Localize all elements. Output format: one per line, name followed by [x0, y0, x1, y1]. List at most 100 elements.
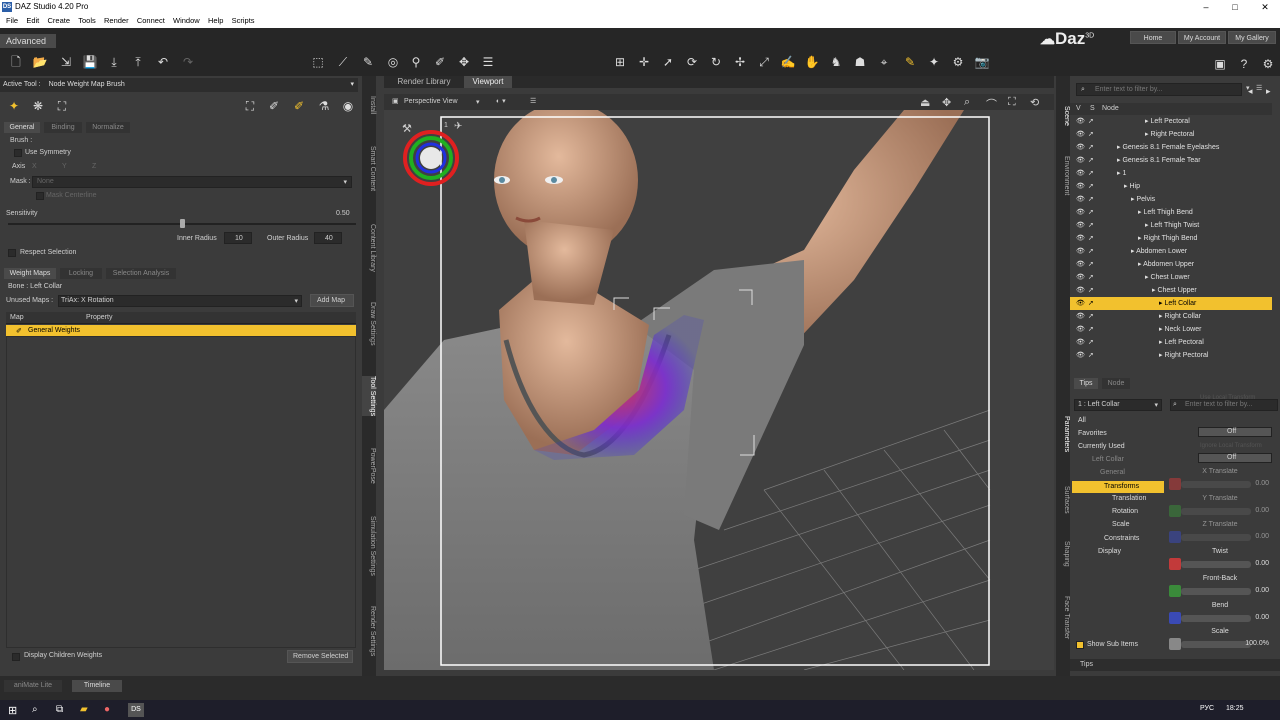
- slider-track[interactable]: [1181, 614, 1251, 622]
- pan-icon[interactable]: ✥: [942, 96, 951, 109]
- surface-icon[interactable]: ✦: [926, 54, 942, 70]
- undo-icon[interactable]: ↶: [155, 54, 171, 70]
- tool-brush-icon[interactable]: ✐: [432, 54, 448, 70]
- import-icon[interactable]: ⤓: [106, 54, 122, 70]
- daz-task-icon[interactable]: DS: [128, 703, 144, 717]
- search-icon[interactable]: ⌕: [32, 704, 38, 715]
- open-folder-icon[interactable]: 📂: [32, 54, 48, 70]
- chevron-down-icon[interactable]: ▾: [476, 98, 480, 106]
- tab-normalize[interactable]: Normalize: [86, 122, 130, 133]
- close-button[interactable]: ✕: [1250, 0, 1280, 14]
- brush-active-icon[interactable]: ✐: [291, 98, 307, 114]
- menu-scripts[interactable]: Scripts: [232, 14, 255, 28]
- help-icon[interactable]: ?: [1236, 56, 1252, 72]
- remove-selected-button[interactable]: Remove Selected: [287, 650, 353, 663]
- select-icon[interactable]: ➚: [1088, 245, 1094, 258]
- my-account-link[interactable]: My Account: [1178, 31, 1226, 44]
- scene-tool-icon[interactable]: ⚒: [402, 122, 412, 135]
- respect-selection-checkbox[interactable]: [8, 249, 16, 257]
- param-tree-favorites[interactable]: Favorites: [1078, 430, 1107, 437]
- reset-view-icon[interactable]: ⟲: [1030, 96, 1039, 109]
- axis-y-radio[interactable]: Y: [62, 163, 67, 170]
- select-icon[interactable]: ➚: [1088, 336, 1094, 349]
- weight-brush-icon[interactable]: ✎: [902, 54, 918, 70]
- tab-face-transfer[interactable]: Face Transfer: [1056, 596, 1070, 639]
- slider-track[interactable]: [1181, 507, 1251, 515]
- scene-search-input[interactable]: ⌕ Enter text to filter by...: [1076, 83, 1242, 96]
- param-value[interactable]: 0.00: [1255, 480, 1269, 487]
- layout-tab-advanced[interactable]: Advanced: [0, 34, 56, 48]
- inner-radius-field[interactable]: 10: [224, 232, 252, 244]
- select-icon[interactable]: ➚: [1088, 115, 1094, 128]
- select-icon[interactable]: ➚: [1088, 297, 1094, 310]
- render-settings-icon[interactable]: ⚙: [950, 54, 966, 70]
- new-file-icon[interactable]: 🗋: [8, 54, 24, 70]
- aim-icon[interactable]: ⏏: [920, 96, 930, 109]
- select-icon[interactable]: ➚: [1088, 271, 1094, 284]
- eye-icon[interactable]: 👁: [1076, 297, 1085, 310]
- param-slider[interactable]: Scale 100.0%: [1167, 628, 1273, 654]
- minimize-button[interactable]: –: [1191, 0, 1221, 14]
- tree-row[interactable]: 👁 ➚ ▸ Left Thigh Bend: [1070, 206, 1272, 219]
- select-icon[interactable]: ➚: [1088, 219, 1094, 232]
- eye-icon[interactable]: 👁: [1076, 141, 1085, 154]
- viewport-options-icon[interactable]: ☰: [530, 97, 536, 105]
- param-value[interactable]: 100.0%: [1245, 640, 1269, 647]
- select-icon[interactable]: ➚: [1088, 323, 1094, 336]
- translate-tool-icon[interactable]: ✢: [732, 54, 748, 70]
- tree-row[interactable]: 👁 ➚ ▸ Right Collar: [1070, 310, 1272, 323]
- tree-row[interactable]: 👁 ➚ ▸ Left Thigh Twist: [1070, 219, 1272, 232]
- mask-centerline-checkbox[interactable]: [36, 192, 44, 200]
- param-slider[interactable]: X Translate 0.00: [1167, 468, 1273, 494]
- menu-edit[interactable]: Edit: [26, 14, 39, 28]
- tool-pin-icon[interactable]: ⚲: [408, 54, 424, 70]
- tool-grid-icon[interactable]: ⊞: [612, 54, 628, 70]
- tree-row[interactable]: 👁 ➚ ▸ Left Collar: [1070, 297, 1272, 310]
- eye-icon[interactable]: 👁: [1076, 206, 1085, 219]
- tree-row[interactable]: 👁 ➚ ▸ Right Pectoral: [1070, 128, 1272, 141]
- show-sub-items-checkbox[interactable]: [1076, 641, 1084, 649]
- redo-icon[interactable]: ↷: [180, 54, 196, 70]
- tool-lens-icon[interactable]: ◎: [385, 54, 401, 70]
- tab-surfaces[interactable]: Surfaces: [1056, 486, 1070, 514]
- menu-help[interactable]: Help: [208, 14, 223, 28]
- frame-icon[interactable]: ⛶: [1008, 96, 1016, 109]
- menu-render[interactable]: Render: [104, 14, 129, 28]
- menu-file[interactable]: File: [6, 14, 18, 28]
- node-select[interactable]: 1 : Left Collar ▾: [1074, 399, 1162, 411]
- orbit-tool-icon[interactable]: ↻: [708, 54, 724, 70]
- tree-row[interactable]: 👁 ➚ ▸ Left Pectoral: [1070, 115, 1272, 128]
- slider-track[interactable]: [1181, 641, 1251, 649]
- eye-icon[interactable]: 👁: [1076, 115, 1085, 128]
- eye-icon[interactable]: 👁: [1076, 323, 1085, 336]
- slider-track[interactable]: [1181, 481, 1251, 488]
- settings-icon[interactable]: ⚙: [1260, 56, 1276, 72]
- eye-icon[interactable]: 👁: [1076, 271, 1085, 284]
- tree-row[interactable]: 👁 ➚ ▸ Neck Lower: [1070, 323, 1272, 336]
- tab-render-library[interactable]: Render Library: [388, 76, 460, 88]
- off-toggle-1[interactable]: Off: [1198, 427, 1272, 437]
- panel-options-icon[interactable]: ☰: [1256, 84, 1262, 92]
- tree-row[interactable]: 👁 ➚ ▸ Abdomen Upper: [1070, 258, 1272, 271]
- pose-tool-icon[interactable]: ✍: [780, 54, 796, 70]
- tab-tips[interactable]: Tips: [1074, 378, 1098, 389]
- param-tree-scale[interactable]: Scale: [1112, 521, 1130, 528]
- eye-icon[interactable]: 👁: [1076, 245, 1085, 258]
- menu-window[interactable]: Window: [173, 14, 200, 28]
- viewport-menu-icon[interactable]: ▣: [392, 97, 399, 105]
- mask-select[interactable]: None ▾: [32, 176, 352, 188]
- outer-radius-field[interactable]: 40: [314, 232, 342, 244]
- selection-icon[interactable]: ❋: [30, 98, 46, 114]
- select-icon[interactable]: ➚: [1088, 180, 1094, 193]
- eye-icon[interactable]: 👁: [1076, 193, 1085, 206]
- tab-selection-analysis[interactable]: Selection Analysis: [106, 268, 176, 279]
- table-row[interactable]: ✐ General Weights: [6, 325, 356, 336]
- tab-shaping[interactable]: Shaping: [1056, 541, 1070, 567]
- zoom-icon[interactable]: ⌕: [964, 96, 970, 109]
- language-indicator[interactable]: РУС: [1200, 705, 1214, 712]
- tree-row[interactable]: 👁 ➚ ▸ Hip: [1070, 180, 1272, 193]
- param-slider[interactable]: Bend 0.00: [1167, 602, 1273, 628]
- tab-general[interactable]: General: [4, 122, 40, 133]
- eye-icon[interactable]: 👁: [1076, 232, 1085, 245]
- eye-icon[interactable]: 👁: [1076, 310, 1085, 323]
